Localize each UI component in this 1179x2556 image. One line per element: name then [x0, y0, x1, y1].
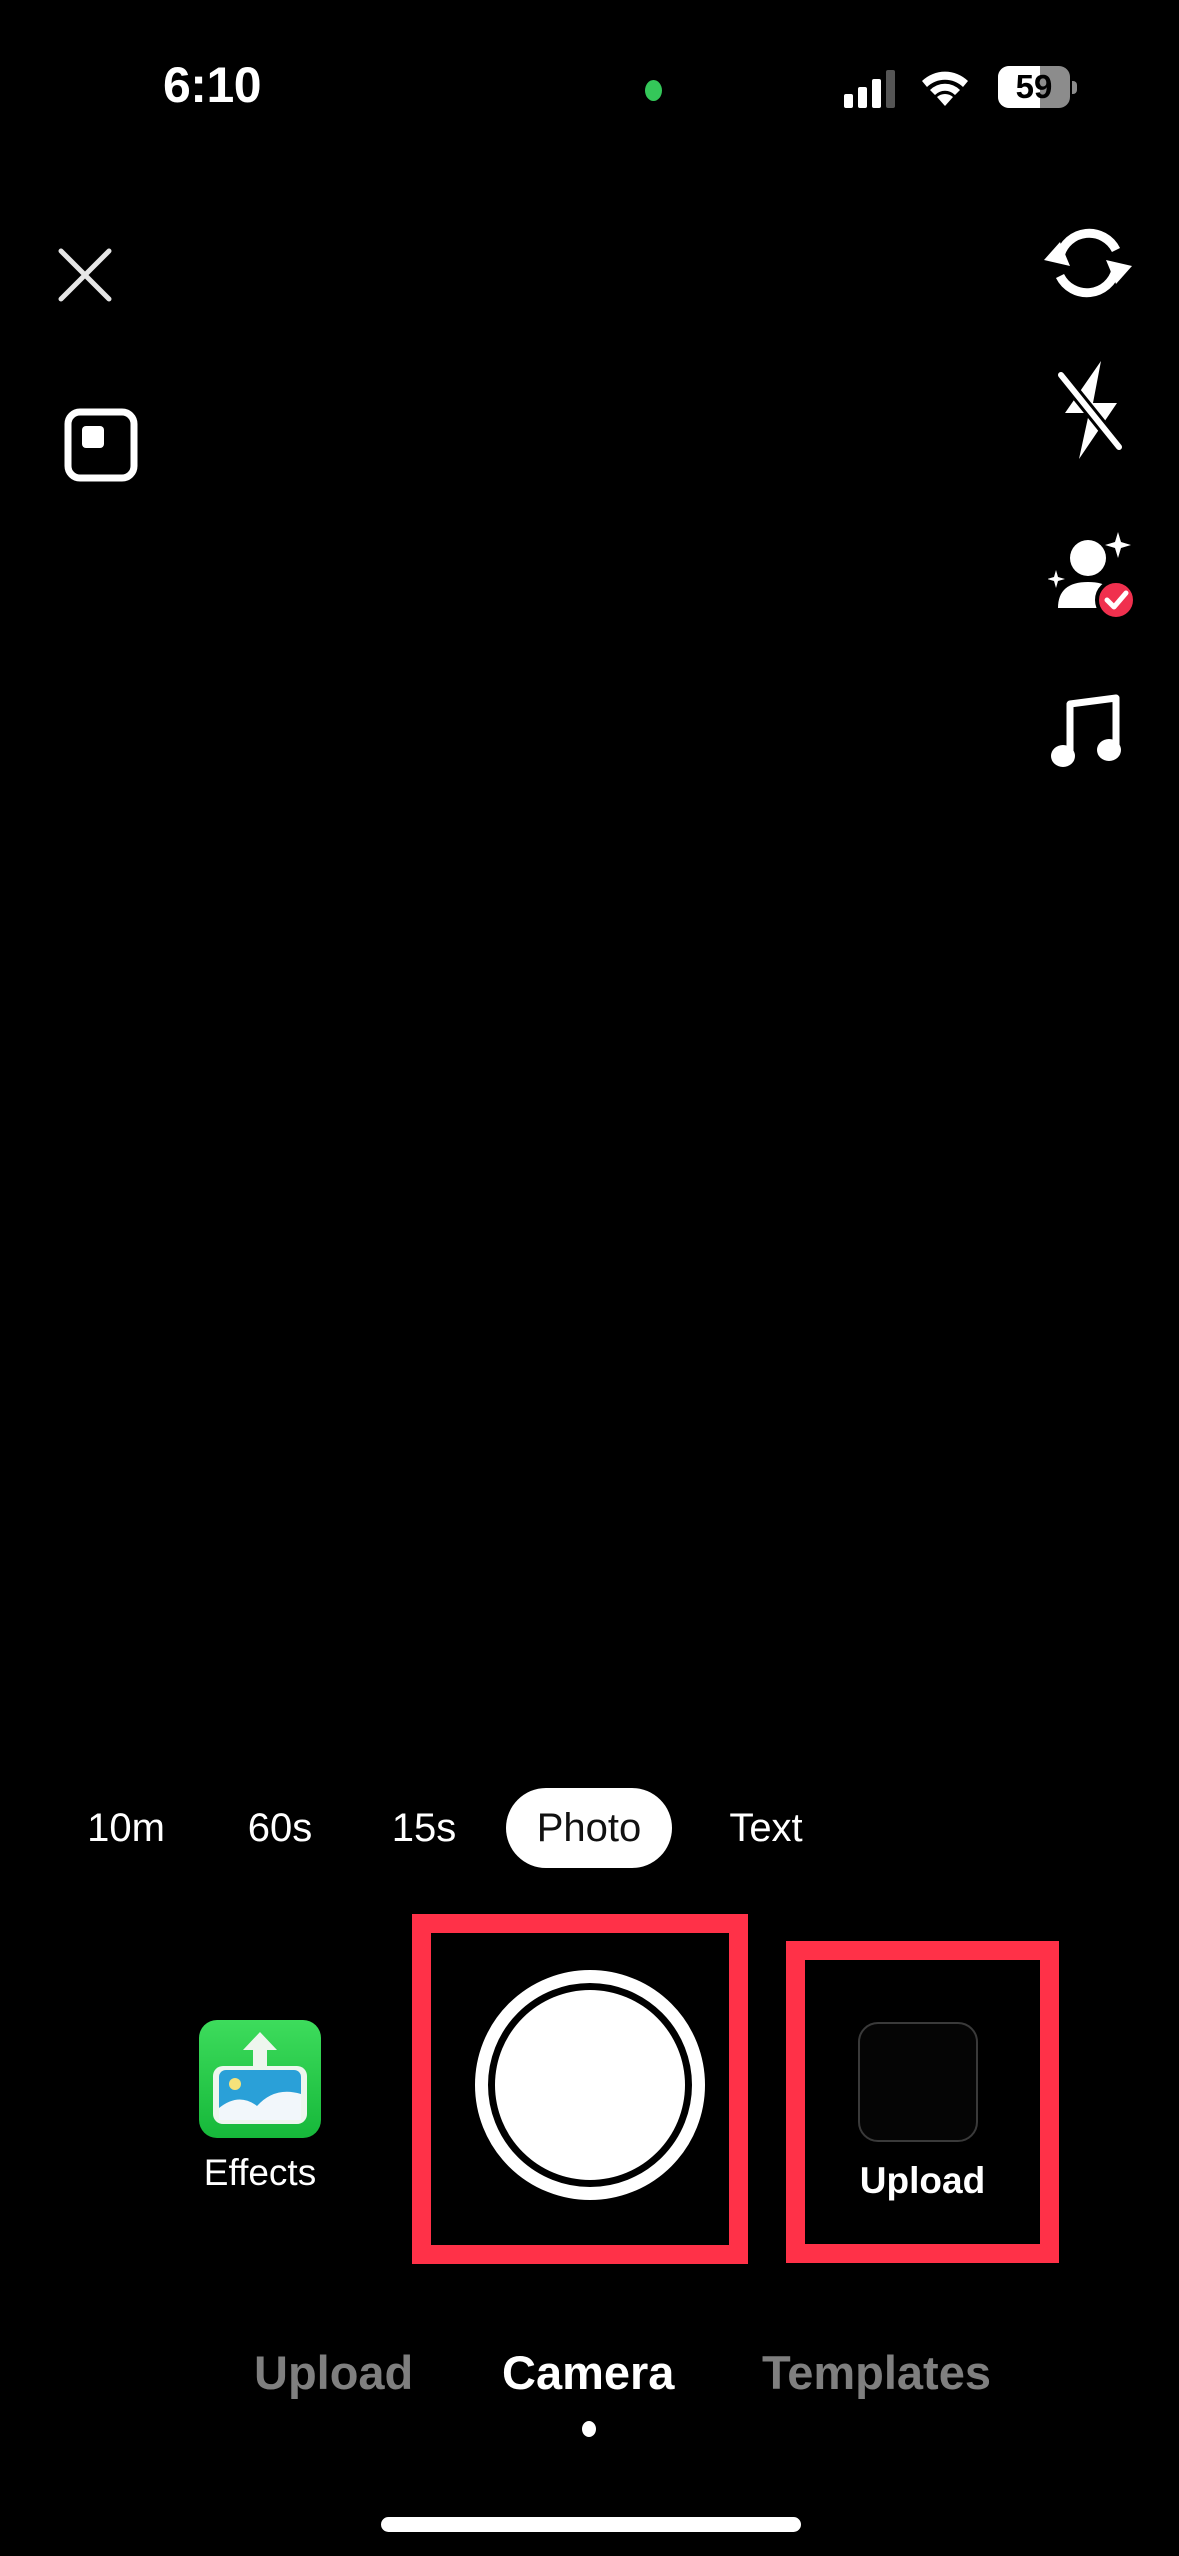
home-indicator[interactable] — [381, 2517, 801, 2532]
beauty-check-badge — [1095, 579, 1137, 621]
effects-label: Effects — [203, 2152, 317, 2193]
capture-mode-selector: 10m 60s 15s Photo Text — [0, 1788, 1179, 1868]
mode-60s[interactable]: 60s — [230, 1788, 330, 1868]
flip-camera-button[interactable] — [1040, 222, 1136, 304]
wifi-icon — [920, 66, 970, 108]
battery-indicator: 59 — [998, 66, 1077, 108]
highlight-box-upload — [786, 1941, 1059, 2263]
music-icon — [1051, 694, 1121, 767]
flash-toggle-button[interactable] — [1055, 355, 1127, 465]
battery-percent: 59 — [1015, 68, 1053, 105]
status-time: 6:10 — [163, 57, 262, 113]
highlight-box-shutter — [412, 1914, 748, 2264]
effects-button[interactable]: Effects — [190, 2020, 330, 2194]
effects-icon — [199, 2020, 321, 2138]
aspect-ratio-button[interactable] — [64, 408, 138, 482]
mode-text[interactable]: Text — [716, 1788, 816, 1868]
flip-camera-icon — [1044, 228, 1132, 298]
camera-in-use-indicator — [645, 80, 662, 101]
aspect-ratio-icon — [64, 408, 138, 482]
battery-nub — [1072, 81, 1077, 94]
beauty-icon — [1048, 532, 1137, 621]
add-sound-button[interactable] — [1050, 690, 1122, 770]
mode-10m[interactable]: 10m — [76, 1788, 176, 1868]
flash-off-icon — [1056, 361, 1124, 459]
cellular-signal-icon — [844, 68, 904, 108]
tab-upload[interactable]: Upload — [254, 2345, 413, 2400]
tab-templates[interactable]: Templates — [762, 2345, 991, 2400]
mode-photo[interactable]: Photo — [506, 1788, 672, 1868]
active-tab-indicator — [582, 2421, 596, 2437]
tab-camera[interactable]: Camera — [502, 2345, 674, 2400]
beauty-filter-button[interactable] — [1048, 530, 1140, 626]
close-button[interactable] — [55, 245, 115, 305]
close-icon — [58, 248, 112, 302]
mode-15s[interactable]: 15s — [374, 1788, 474, 1868]
